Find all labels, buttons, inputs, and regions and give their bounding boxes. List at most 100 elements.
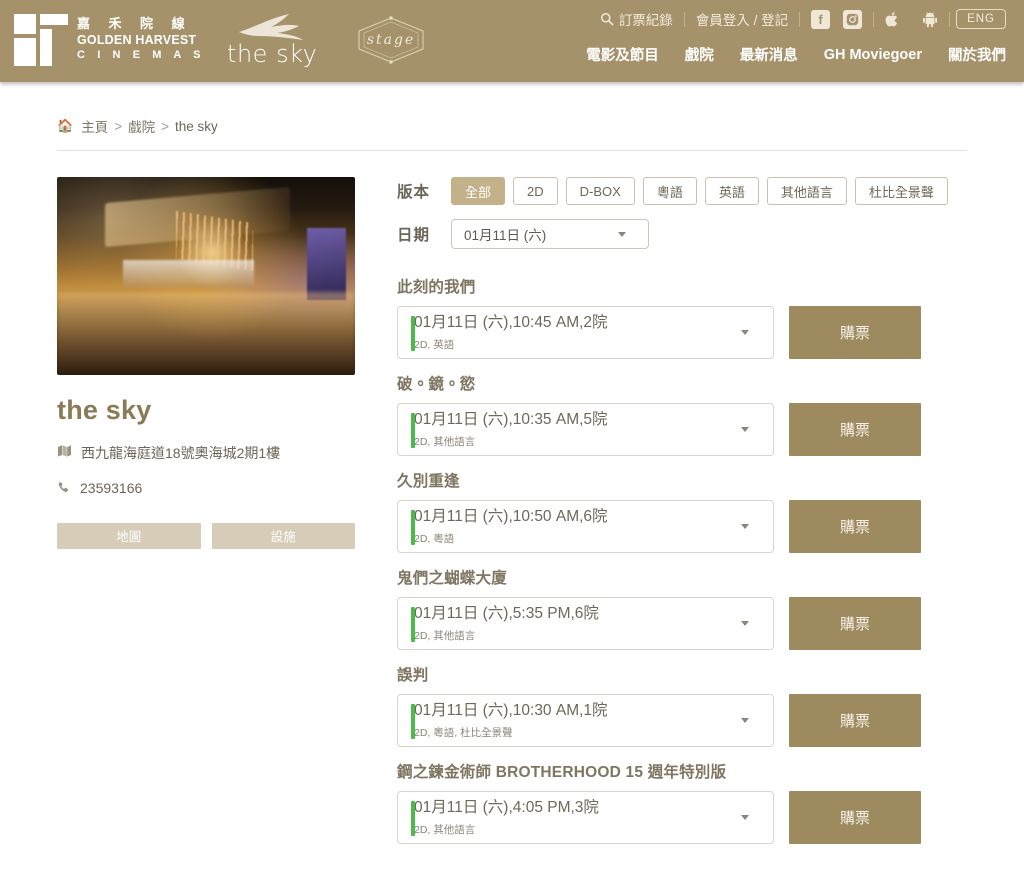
availability-indicator [411, 413, 415, 448]
the-sky-logo[interactable]: the sky [227, 14, 327, 68]
showtime-select[interactable]: 01月11日 (六),10:50 AM,6院 2D, 粵語 [397, 500, 774, 553]
showtime-attributes: 2D, 粵語 [414, 532, 455, 545]
nav-movies-and-programmes[interactable]: 電影及節目 [586, 44, 659, 65]
buy-ticket-button[interactable]: 購票 [789, 306, 921, 359]
version-chip-2d[interactable]: 2D [513, 177, 558, 205]
buy-ticket-button[interactable]: 購票 [789, 403, 921, 456]
buy-ticket-button[interactable]: 購票 [789, 694, 921, 747]
apple-icon [885, 11, 898, 26]
showtime-select[interactable]: 01月11日 (六),4:05 PM,3院 2D, 其他語言 [397, 791, 774, 844]
golden-harvest-wordmark: 嘉 禾 院 線 GOLDEN HARVEST C I N E M A S [77, 18, 205, 61]
brand-cn-name: 嘉 禾 院 線 [77, 17, 192, 33]
facebook-link[interactable]: f [800, 9, 841, 29]
movie-title: 鋼之鍊金術師 BROTHERHOOD 15 週年特別版 [397, 764, 727, 781]
showtime-row: 01月11日 (六),10:30 AM,1院 2D, 粵語, 杜比全景聲 購票 [397, 694, 967, 747]
facilities-button[interactable]: 設施 [211, 522, 355, 549]
breadcrumb-separator: > [114, 118, 123, 134]
nav-latest-news[interactable]: 最新消息 [740, 44, 798, 65]
breadcrumb-region: 🏠 主頁 > 戲院 > the sky [0, 82, 1024, 151]
utility-divider [683, 11, 685, 27]
version-chip-dolby-atmos[interactable]: 杜比全景聲 [854, 177, 948, 205]
showtime-row: 01月11日 (六),4:05 PM,3院 2D, 其他語言 購票 [397, 791, 967, 844]
version-chip-cantonese[interactable]: 粵語 [642, 177, 697, 205]
search-icon [600, 12, 614, 26]
apple-app-link[interactable] [874, 11, 911, 28]
showtime-row: 01月11日 (六),10:35 AM,5院 2D, 其他語言 購票 [397, 403, 967, 456]
cinema-address-line: 西九龍海庭道18號奧海城2期1樓 [57, 443, 355, 463]
availability-indicator [411, 607, 415, 642]
brand-en-name: GOLDEN HARVEST [77, 33, 197, 48]
phone-icon [57, 480, 71, 500]
showtime-text: 01月11日 (六),10:35 AM,5院 [414, 411, 608, 429]
breadcrumb-item-current: the sky [174, 118, 218, 134]
showtime-text: 01月11日 (六),10:50 AM,6院 [414, 508, 608, 526]
breadcrumb-item-cinemas[interactable]: 戲院 [128, 116, 155, 136]
showtime-row: 01月11日 (六),5:35 PM,6院 2D, 其他語言 購票 [397, 597, 967, 650]
showtime-attributes: 2D, 英語 [414, 338, 455, 351]
movie-block: 久別重逢 01月11日 (六),10:50 AM,6院 2D, 粵語 購票 [397, 469, 967, 553]
movie-block: 鋼之鍊金術師 BROTHERHOOD 15 週年特別版 01月11日 (六),4… [397, 760, 967, 844]
map-button[interactable]: 地圖 [57, 522, 201, 549]
nav-about-us[interactable]: 關於我們 [948, 44, 1006, 65]
brand-en-sub: C I N E M A S [77, 48, 206, 61]
cinema-address: 西九龍海庭道18號奧海城2期1樓 [81, 445, 281, 461]
buy-ticket-button[interactable]: 購票 [789, 500, 921, 553]
version-chip-all[interactable]: 全部 [451, 177, 506, 205]
breadcrumb-item-home[interactable]: 主頁 [81, 116, 108, 136]
buy-ticket-button[interactable]: 購票 [789, 597, 921, 650]
date-select-value: 01月11日 (六) [464, 228, 547, 243]
showtime-attributes: 2D, 其他語言 [414, 823, 476, 836]
movie-listings: 此刻的我們 01月11日 (六),10:45 AM,2院 2D, 英語 購票 破… [397, 275, 967, 844]
movie-block: 鬼們之蝴蝶大廈 01月11日 (六),5:35 PM,6院 2D, 其他語言 購… [397, 566, 967, 650]
chevron-down-icon [741, 620, 749, 626]
date-select[interactable]: 01月11日 (六) [451, 219, 649, 249]
stage-logo[interactable]: stage [349, 14, 433, 66]
cinema-action-buttons: 地圖 設施 [57, 522, 355, 549]
page-title: the sky [57, 395, 152, 425]
showtime-attributes: 2D, 其他語言 [414, 629, 476, 642]
utility-divider [799, 11, 801, 27]
member-login-label: 會員登入 / 登記 [695, 13, 789, 28]
availability-indicator [411, 801, 415, 836]
language-toggle-button[interactable]: ENG [956, 9, 1006, 29]
showtime-row: 01月11日 (六),10:50 AM,6院 2D, 粵語 購票 [397, 500, 967, 553]
version-chip-english[interactable]: 英語 [704, 177, 759, 205]
top-utility-bar: 訂票紀錄 會員登入 / 登記 f ENG [589, 9, 1006, 29]
stage-wordmark: stage [366, 32, 416, 48]
showtime-text: 01月11日 (六),10:30 AM,1院 [414, 702, 608, 720]
showtime-select[interactable]: 01月11日 (六),5:35 PM,6院 2D, 其他語言 [397, 597, 774, 650]
nav-cinemas[interactable]: 戲院 [685, 44, 714, 65]
showtime-attributes: 2D, 粵語, 杜比全景聲 [414, 726, 513, 739]
cinema-lobby-photo [57, 177, 355, 375]
cinema-info-panel: the sky 西九龍海庭道18號奧海城2期1樓 23593166 地圖 設施 [57, 177, 355, 549]
movie-title: 破。鏡。慾 [397, 376, 476, 393]
showtime-row: 01月11日 (六),10:45 AM,2院 2D, 英語 購票 [397, 306, 967, 359]
movie-title: 誤判 [397, 667, 429, 684]
availability-indicator [411, 704, 415, 739]
version-chip-other-language[interactable]: 其他語言 [766, 177, 847, 205]
main-navigation: 電影及節目 戲院 最新消息 GH Moviegoer 關於我們 [586, 44, 1006, 65]
member-login-link[interactable]: 會員登入 / 登記 [685, 9, 799, 29]
breadcrumb-separator: > [161, 118, 169, 134]
version-chip-dbox[interactable]: D-BOX [565, 177, 635, 205]
showtime-select[interactable]: 01月11日 (六),10:30 AM,1院 2D, 粵語, 杜比全景聲 [397, 694, 774, 747]
movie-title: 此刻的我們 [397, 279, 476, 296]
showtime-text: 01月11日 (六),4:05 PM,3院 [414, 799, 599, 817]
showtime-select[interactable]: 01月11日 (六),10:35 AM,5院 2D, 其他語言 [397, 403, 774, 456]
movie-block: 此刻的我們 01月11日 (六),10:45 AM,2院 2D, 英語 購票 [397, 275, 967, 359]
instagram-icon [843, 9, 863, 29]
chevron-down-icon [741, 426, 749, 432]
showtime-select[interactable]: 01月11日 (六),10:45 AM,2院 2D, 英語 [397, 306, 774, 359]
availability-indicator [411, 316, 415, 351]
buy-ticket-button[interactable]: 購票 [789, 791, 921, 844]
the-sky-wordmark: the sky [227, 40, 318, 68]
home-icon: 🏠 [57, 118, 74, 133]
movie-title: 鬼們之蝴蝶大廈 [397, 570, 507, 587]
instagram-link[interactable] [841, 9, 873, 29]
nav-gh-moviegoer[interactable]: GH Moviegoer [824, 47, 922, 63]
android-app-link[interactable] [911, 11, 949, 28]
golden-harvest-logo[interactable]: 嘉 禾 院 線 GOLDEN HARVEST C I N E M A S [14, 14, 205, 66]
golden-harvest-mark-icon [14, 14, 68, 66]
booking-history-link[interactable]: 訂票紀錄 [589, 9, 684, 29]
android-icon [923, 11, 938, 27]
